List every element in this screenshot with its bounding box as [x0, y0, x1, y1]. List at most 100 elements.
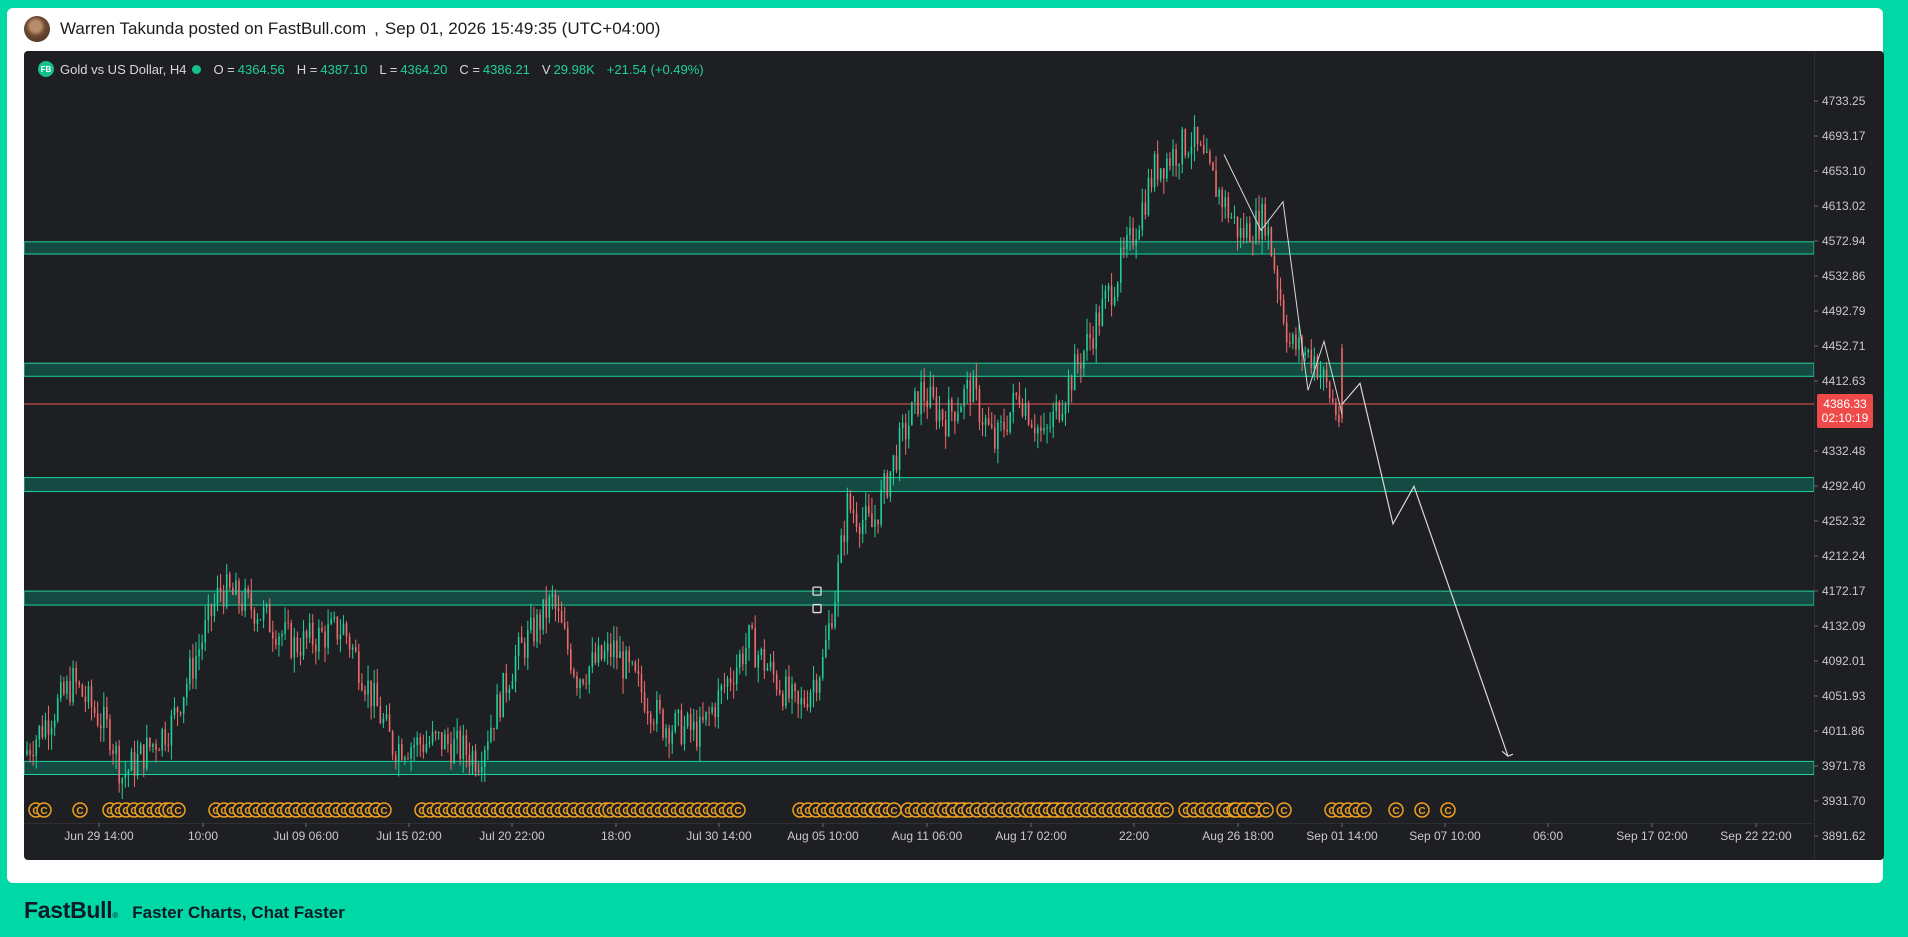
- candle-up[interactable]: [1107, 285, 1110, 291]
- candle-down[interactable]: [1209, 151, 1211, 163]
- candle-up[interactable]: [1206, 151, 1208, 153]
- candle-down[interactable]: [1027, 403, 1030, 425]
- candle-up[interactable]: [127, 770, 130, 775]
- candle-up[interactable]: [483, 749, 486, 768]
- candle-down[interactable]: [336, 616, 339, 640]
- candle-down[interactable]: [1249, 223, 1251, 243]
- candle-up[interactable]: [284, 622, 286, 634]
- candle-down[interactable]: [1030, 424, 1033, 428]
- candle-up[interactable]: [735, 667, 738, 685]
- candle-up[interactable]: [880, 489, 882, 525]
- candle-down[interactable]: [241, 603, 243, 612]
- candle-up[interactable]: [745, 647, 747, 665]
- candle-up[interactable]: [1052, 411, 1054, 428]
- candle-down[interactable]: [1252, 242, 1254, 244]
- candle-up[interactable]: [1024, 403, 1027, 416]
- symbol-name[interactable]: Gold vs US Dollar, H4: [60, 62, 186, 77]
- candle-up[interactable]: [711, 707, 713, 713]
- candle-down[interactable]: [238, 580, 240, 604]
- candle-up[interactable]: [551, 594, 554, 597]
- candle-down[interactable]: [576, 675, 578, 689]
- candle-down[interactable]: [1196, 126, 1199, 144]
- candle-up[interactable]: [130, 751, 133, 771]
- candle-up[interactable]: [333, 616, 336, 619]
- candle-down[interactable]: [1132, 227, 1134, 246]
- candle-down[interactable]: [594, 652, 597, 663]
- candle-up[interactable]: [1313, 356, 1316, 369]
- candle-up[interactable]: [1055, 401, 1058, 412]
- candle-up[interactable]: [726, 678, 729, 687]
- candle-up[interactable]: [579, 679, 581, 689]
- candle-down[interactable]: [84, 696, 87, 703]
- candle-up[interactable]: [139, 744, 142, 754]
- candle-up[interactable]: [161, 729, 163, 751]
- candle-down[interactable]: [990, 424, 993, 428]
- candle-down[interactable]: [324, 631, 326, 648]
- candle-up[interactable]: [677, 710, 680, 714]
- candle-down[interactable]: [219, 587, 222, 591]
- candle-down[interactable]: [978, 388, 981, 423]
- candle-down[interactable]: [649, 714, 652, 724]
- candle-down[interactable]: [109, 719, 111, 751]
- candle-down[interactable]: [926, 400, 929, 408]
- candle-down[interactable]: [954, 411, 956, 422]
- candle-up[interactable]: [416, 737, 418, 746]
- candle-up[interactable]: [1261, 203, 1263, 240]
- candle-down[interactable]: [1006, 429, 1008, 432]
- candle-up[interactable]: [1061, 413, 1064, 421]
- candle-down[interactable]: [1341, 348, 1343, 419]
- candle-down[interactable]: [268, 604, 271, 633]
- candle-up[interactable]: [1304, 352, 1306, 356]
- candle-down[interactable]: [1276, 269, 1279, 290]
- candle-down[interactable]: [348, 636, 351, 650]
- candle-down[interactable]: [640, 674, 643, 693]
- candle-up[interactable]: [1187, 154, 1190, 156]
- candle-down[interactable]: [468, 754, 471, 766]
- candle-up[interactable]: [603, 651, 606, 659]
- candle-down[interactable]: [662, 709, 664, 738]
- candle-up[interactable]: [625, 650, 627, 679]
- candle-down[interactable]: [1033, 427, 1036, 434]
- candle-down[interactable]: [616, 640, 618, 659]
- candle-up[interactable]: [1000, 421, 1002, 423]
- candle-up[interactable]: [671, 731, 674, 744]
- candle-down[interactable]: [118, 745, 120, 784]
- candle-up[interactable]: [1166, 158, 1168, 179]
- candle-up[interactable]: [1147, 178, 1150, 215]
- candle-down[interactable]: [852, 509, 855, 514]
- candle-up[interactable]: [1046, 427, 1048, 429]
- candle-up[interactable]: [256, 619, 259, 624]
- candle-up[interactable]: [898, 427, 901, 470]
- candle-up[interactable]: [1224, 197, 1227, 208]
- candle-up[interactable]: [511, 681, 514, 689]
- candle-up[interactable]: [204, 620, 207, 643]
- candle-up[interactable]: [382, 718, 385, 724]
- candle-down[interactable]: [806, 704, 809, 708]
- candle-up[interactable]: [542, 599, 544, 630]
- candle-down[interactable]: [634, 662, 637, 672]
- candle-down[interactable]: [1288, 342, 1291, 344]
- candle-up[interactable]: [1073, 354, 1076, 391]
- candle-down[interactable]: [1338, 415, 1340, 423]
- candle-up[interactable]: [508, 688, 511, 694]
- candle-down[interactable]: [1184, 129, 1187, 156]
- candle-up[interactable]: [182, 697, 185, 714]
- candle-down[interactable]: [321, 627, 323, 632]
- candle-down[interactable]: [96, 713, 99, 726]
- candle-down[interactable]: [754, 627, 756, 668]
- candle-up[interactable]: [72, 667, 74, 702]
- candle-down[interactable]: [585, 683, 587, 685]
- candle-down[interactable]: [708, 711, 710, 713]
- candle-up[interactable]: [201, 642, 203, 650]
- candle-down[interactable]: [987, 418, 990, 425]
- candle-down[interactable]: [981, 422, 984, 425]
- candle-up[interactable]: [53, 720, 56, 728]
- candle-up[interactable]: [444, 734, 446, 750]
- candle-up[interactable]: [914, 391, 916, 403]
- candle-down[interactable]: [1236, 216, 1239, 238]
- candle-down[interactable]: [106, 706, 108, 720]
- candle-down[interactable]: [376, 683, 379, 707]
- candle-down[interactable]: [1331, 398, 1334, 403]
- candle-up[interactable]: [1307, 349, 1310, 353]
- candle-down[interactable]: [176, 707, 179, 713]
